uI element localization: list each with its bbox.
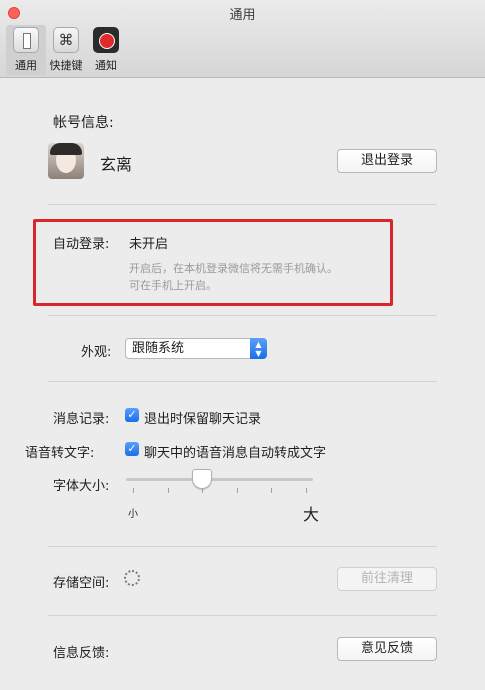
slider-tick xyxy=(237,488,238,493)
font-size-label: 字体大小: xyxy=(53,479,110,494)
divider xyxy=(48,315,437,316)
tab-shortcuts[interactable]: ⌘ 快捷键 xyxy=(46,25,86,75)
divider xyxy=(48,381,437,382)
chat-history-label: 消息记录: xyxy=(53,412,110,427)
voice-to-text-label: 语音转文字: xyxy=(25,446,95,461)
appearance-select[interactable]: 跟随系统 ▲ ▼ xyxy=(125,338,267,359)
tab-notifications[interactable]: 通知 xyxy=(86,25,126,75)
keep-chat-history-checkbox[interactable]: ✓ xyxy=(125,408,139,422)
tab-notifications-label: 通知 xyxy=(95,59,117,72)
go-clean-button[interactable]: 前往清理 xyxy=(337,567,437,591)
window-toolbar: 通用 通用 ⌘ 快捷键 通知 xyxy=(0,0,485,78)
notification-record-icon xyxy=(93,27,119,53)
keep-chat-history-text[interactable]: 退出时保留聊天记录 xyxy=(144,408,261,427)
voice-to-text-text[interactable]: 聊天中的语音消息自动转成文字 xyxy=(144,442,326,461)
account-label: 帐号信息: xyxy=(53,115,114,131)
font-size-slider-knob[interactable] xyxy=(192,469,213,489)
appearance-selected-value: 跟随系统 xyxy=(132,341,185,356)
window-title: 通用 xyxy=(229,8,256,23)
auto-login-label: 自动登录: xyxy=(53,237,110,252)
divider xyxy=(48,204,437,205)
font-size-slider-track[interactable] xyxy=(126,478,313,481)
font-size-min-label: 小 xyxy=(128,509,138,520)
feedback-label: 信息反馈: xyxy=(53,646,110,661)
slider-tick xyxy=(271,488,272,493)
chevron-up-down-icon: ▲ ▼ xyxy=(250,338,267,359)
appearance-label: 外观: xyxy=(81,345,112,360)
auto-login-hint-line1: 开启后，在本机登录微信将无需手机确认。 xyxy=(129,262,338,275)
general-switch-icon xyxy=(13,27,39,53)
divider xyxy=(48,615,437,616)
slider-tick xyxy=(168,488,169,493)
voice-to-text-checkbox[interactable]: ✓ xyxy=(125,442,139,456)
auto-login-status: 未开启 xyxy=(129,237,169,252)
tab-general-label: 通用 xyxy=(15,59,37,72)
feedback-button[interactable]: 意见反馈 xyxy=(337,637,437,661)
avatar xyxy=(48,143,84,179)
slider-tick xyxy=(133,488,134,493)
command-key-icon: ⌘ xyxy=(53,27,79,53)
storage-label: 存储空间: xyxy=(53,576,110,591)
username: 玄离 xyxy=(100,155,133,174)
divider xyxy=(48,546,437,547)
tab-shortcuts-label: 快捷键 xyxy=(49,59,83,72)
slider-tick xyxy=(306,488,307,493)
tab-general[interactable]: 通用 xyxy=(6,25,46,75)
loading-spinner-icon xyxy=(124,570,140,586)
logout-button[interactable]: 退出登录 xyxy=(337,149,437,173)
auto-login-hint-line2: 可在手机上开启。 xyxy=(129,279,217,292)
font-size-max-label: 大 xyxy=(303,505,320,524)
